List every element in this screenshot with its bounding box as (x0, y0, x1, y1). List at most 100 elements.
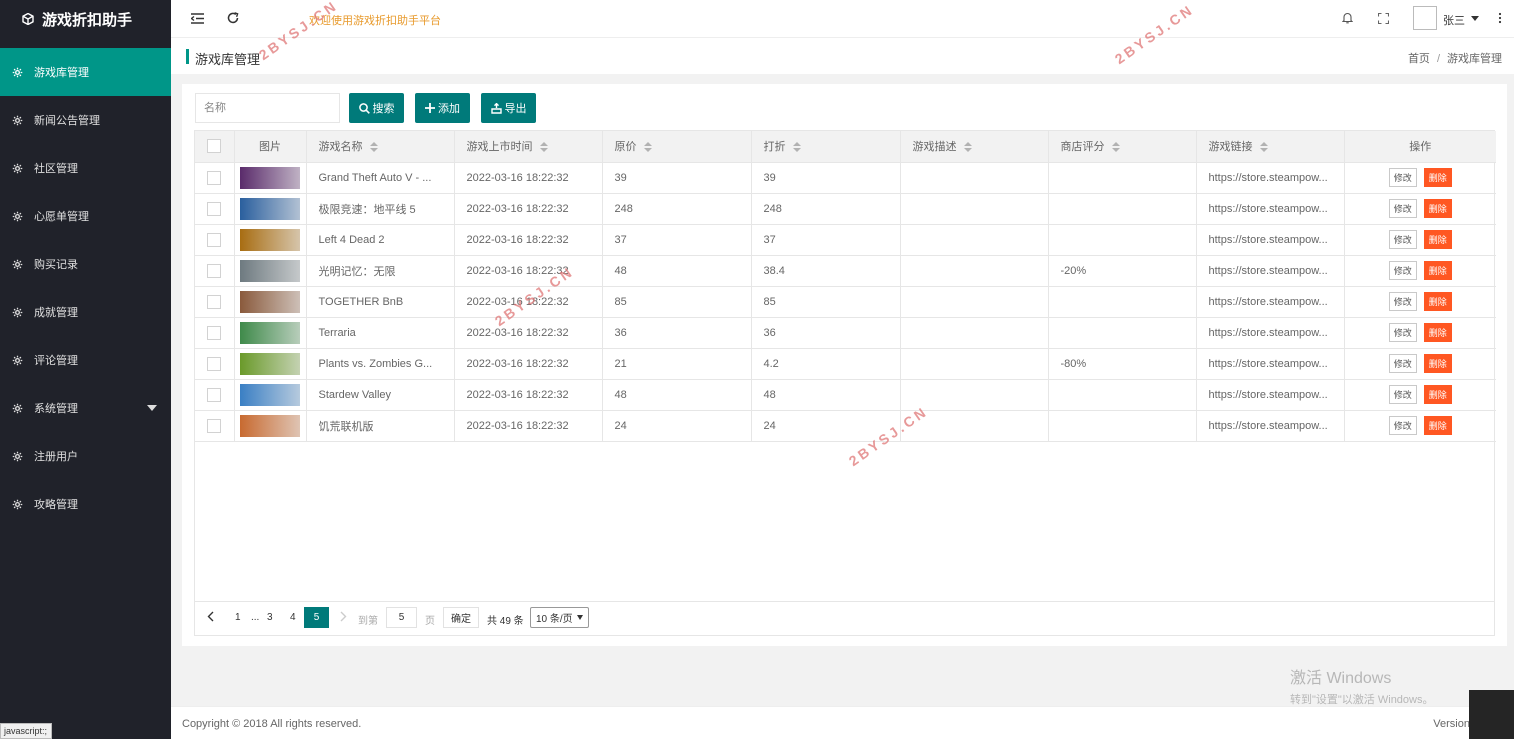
col-release[interactable]: 游戏上市时间 (454, 131, 603, 163)
row-checkbox[interactable] (207, 170, 222, 185)
breadcrumb-home[interactable]: 首页 (1408, 53, 1430, 65)
sidebar-item[interactable]: 心愿单管理 (0, 192, 171, 240)
delete-button[interactable]: 删除 (1423, 168, 1452, 187)
sort-icon[interactable] (1111, 142, 1120, 153)
search-button[interactable]: 搜索 (349, 93, 404, 123)
table-row[interactable]: TOGETHER BnB 2022-03-16 18:22:32 85 85 https… (195, 286, 1496, 318)
delete-button[interactable]: 删除 (1423, 416, 1452, 435)
sort-icon[interactable] (792, 142, 801, 153)
name-cell: 极限竞速：地平线 5 (306, 193, 455, 225)
fullscreen-icon[interactable] (1376, 11, 1390, 25)
sidebar-item[interactable]: 系统管理 (0, 384, 171, 432)
row-checkbox[interactable] (207, 356, 222, 371)
edit-button[interactable]: 修改 (1388, 199, 1417, 218)
chevron-down-icon[interactable] (147, 405, 157, 411)
game-thumbnail[interactable] (240, 228, 300, 251)
game-thumbnail[interactable] (240, 166, 300, 189)
edit-button[interactable]: 修改 (1388, 261, 1417, 280)
page-current[interactable]: 5 (304, 607, 329, 628)
delete-button[interactable]: 删除 (1423, 230, 1452, 249)
app-logo[interactable]: 游戏折扣助手 (0, 0, 171, 38)
bell-icon[interactable] (1340, 11, 1354, 25)
table-row[interactable]: Terraria 2022-03-16 18:22:32 36 36 https://s… (195, 317, 1496, 349)
table-row[interactable]: Plants vs. Zombies G... 2022-03-16 18:22:… (195, 348, 1496, 380)
page-link[interactable]: 3 (267, 612, 273, 623)
sort-icon[interactable] (369, 142, 378, 153)
edit-button[interactable]: 修改 (1388, 385, 1417, 404)
col-name[interactable]: 游戏名称 (306, 131, 455, 163)
row-checkbox[interactable] (207, 201, 222, 216)
page-link[interactable]: 4 (290, 612, 296, 623)
sidebar-item[interactable]: 社区管理 (0, 144, 171, 192)
user-name[interactable]: 张三 (1443, 12, 1465, 28)
export-button[interactable]: 导出 (481, 93, 536, 123)
table-row[interactable]: 饥荒联机版 2022-03-16 18:22:32 24 24 https://stor… (195, 410, 1496, 442)
row-checkbox[interactable] (207, 418, 222, 433)
menu-fold-icon[interactable] (190, 11, 204, 25)
game-thumbnail[interactable] (240, 197, 300, 220)
sort-icon[interactable] (539, 142, 548, 153)
more-vertical-icon[interactable] (1493, 11, 1507, 25)
image-cell (234, 379, 307, 411)
table-row[interactable]: Grand Theft Auto V - ... 2022-03-16 18:22… (195, 162, 1496, 194)
table-row[interactable]: 极限竞速：地平线 5 2022-03-16 18:22:32 248 248 https… (195, 193, 1496, 225)
delete-button[interactable]: 删除 (1423, 292, 1452, 311)
refresh-icon[interactable] (226, 11, 240, 25)
goto-label: 到第 (358, 616, 378, 627)
sidebar-item[interactable]: 注册用户 (0, 432, 171, 480)
discount-cell: 4.2 (751, 348, 901, 380)
game-thumbnail[interactable] (240, 321, 300, 344)
game-thumbnail[interactable] (240, 290, 300, 313)
row-checkbox[interactable] (207, 387, 222, 402)
release-cell: 2022-03-16 18:22:32 (454, 348, 603, 380)
delete-button[interactable]: 删除 (1423, 199, 1452, 218)
chevron-down-icon[interactable] (1471, 16, 1479, 21)
row-checkbox[interactable] (207, 232, 222, 247)
sidebar-item[interactable]: 新闻公告管理 (0, 96, 171, 144)
sort-icon[interactable] (963, 142, 972, 153)
edit-button[interactable]: 修改 (1388, 354, 1417, 373)
col-desc[interactable]: 游戏描述 (900, 131, 1049, 163)
edit-button[interactable]: 修改 (1388, 416, 1417, 435)
page-link[interactable]: 1 (235, 612, 241, 623)
table-row[interactable]: Stardew Valley 2022-03-16 18:22:32 48 48 htt… (195, 379, 1496, 411)
prev-page-icon[interactable] (207, 611, 214, 625)
col-rating[interactable]: 商店评分 (1048, 131, 1197, 163)
avatar[interactable] (1413, 6, 1437, 30)
row-checkbox[interactable] (207, 325, 222, 340)
game-thumbnail[interactable] (240, 352, 300, 375)
game-thumbnail[interactable] (240, 414, 300, 437)
delete-button[interactable]: 删除 (1423, 261, 1452, 280)
col-discount[interactable]: 打折 (751, 131, 901, 163)
sidebar-item[interactable]: 购买记录 (0, 240, 171, 288)
row-checkbox[interactable] (207, 294, 222, 309)
next-page-icon[interactable] (340, 611, 347, 625)
sort-icon[interactable] (643, 142, 652, 153)
search-input[interactable] (195, 93, 340, 123)
edit-button[interactable]: 修改 (1388, 230, 1417, 249)
select-all-checkbox[interactable] (207, 139, 222, 154)
gear-icon (12, 67, 23, 77)
col-price[interactable]: 原价 (602, 131, 752, 163)
game-thumbnail[interactable] (240, 259, 300, 282)
row-checkbox[interactable] (207, 263, 222, 278)
delete-button[interactable]: 删除 (1423, 354, 1452, 373)
sidebar-item[interactable]: 攻略管理 (0, 480, 171, 528)
edit-button[interactable]: 修改 (1388, 292, 1417, 311)
edit-button[interactable]: 修改 (1388, 323, 1417, 342)
delete-button[interactable]: 删除 (1423, 385, 1452, 404)
delete-button[interactable]: 删除 (1423, 323, 1452, 342)
col-link[interactable]: 游戏链接 (1196, 131, 1345, 163)
sidebar-item[interactable]: 游戏库管理 (0, 48, 171, 96)
goto-confirm-button[interactable]: 确定 (443, 607, 479, 628)
page-size-select[interactable]: 10 条/页 (530, 607, 589, 628)
sort-icon[interactable] (1259, 142, 1268, 153)
table-row[interactable]: Left 4 Dead 2 2022-03-16 18:22:32 37 37 http… (195, 224, 1496, 256)
sidebar-item[interactable]: 成就管理 (0, 288, 171, 336)
edit-button[interactable]: 修改 (1388, 168, 1417, 187)
add-button[interactable]: 添加 (415, 93, 470, 123)
sidebar-item[interactable]: 评论管理 (0, 336, 171, 384)
goto-page-input[interactable]: 5 (386, 607, 417, 628)
game-thumbnail[interactable] (240, 383, 300, 406)
table-row[interactable]: 光明记忆：无限 2022-03-16 18:22:32 48 38.4 -20% http… (195, 255, 1496, 287)
